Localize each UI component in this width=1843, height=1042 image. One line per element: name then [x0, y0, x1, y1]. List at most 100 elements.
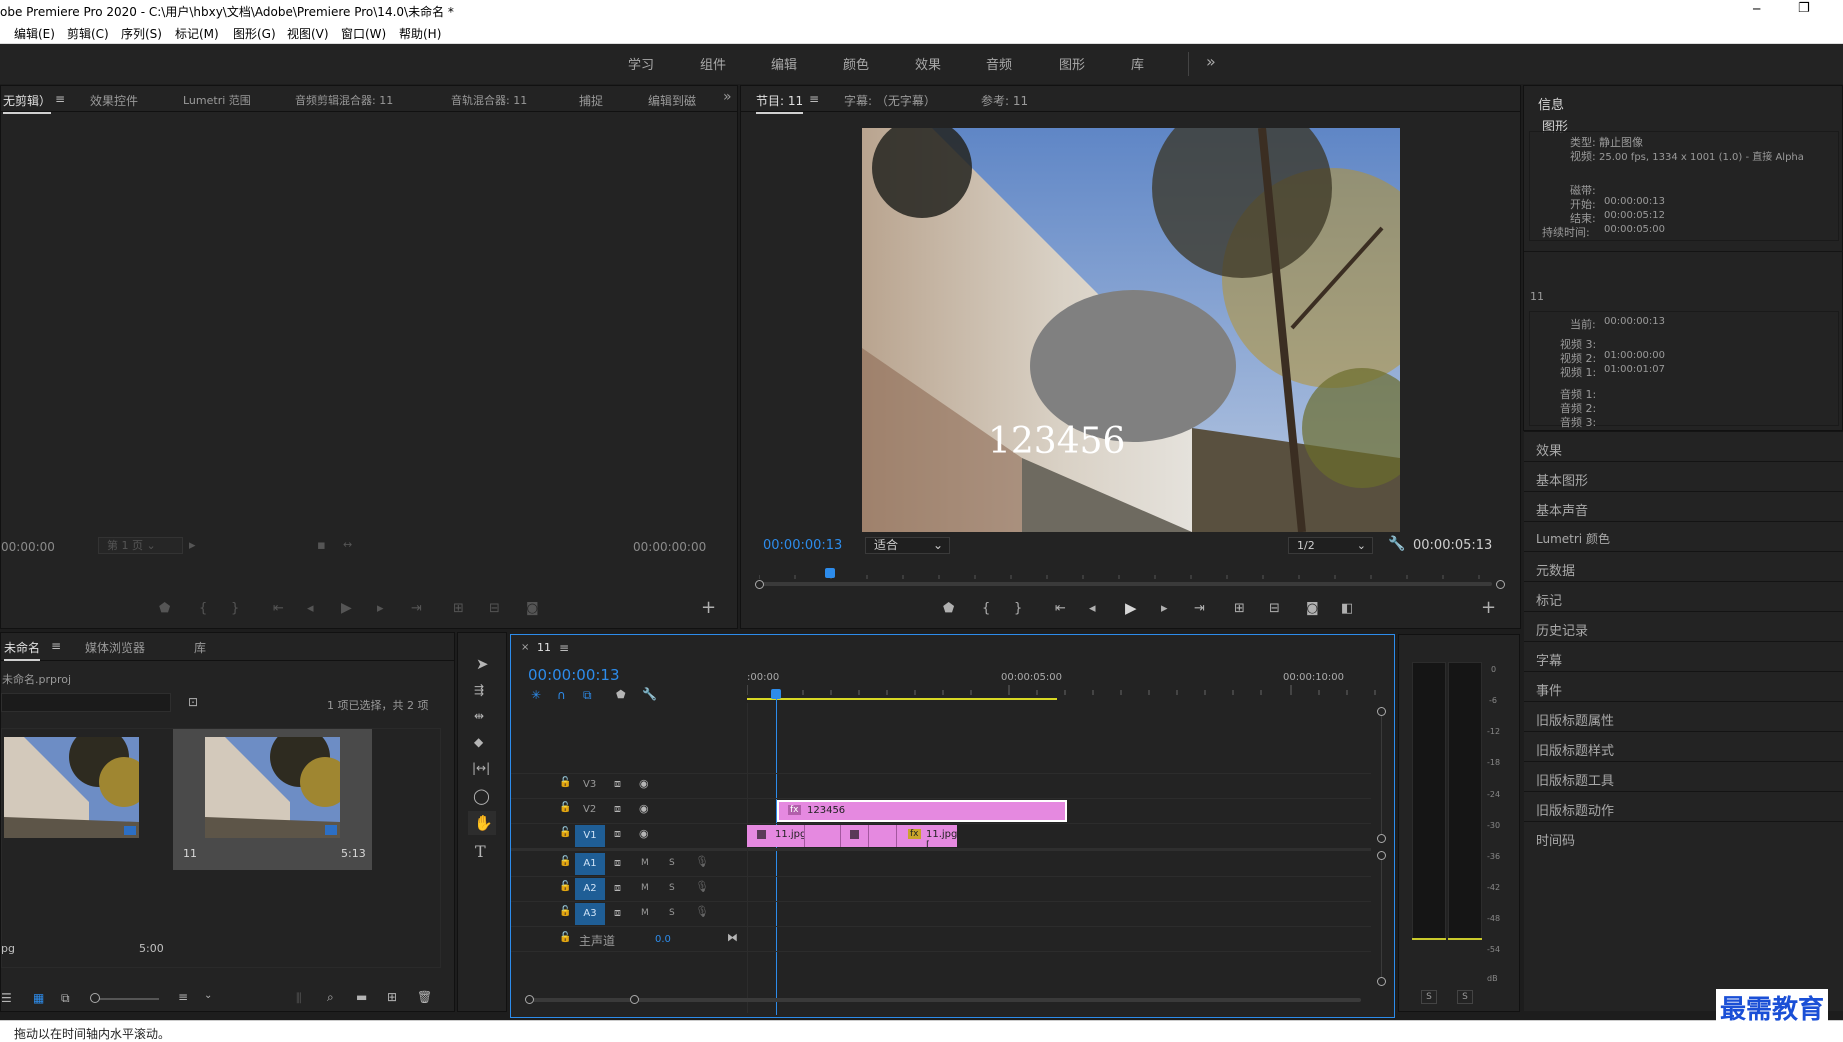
insert-icon[interactable]: ⊞	[453, 601, 464, 616]
sync-lock-icon[interactable]: ⧈	[614, 906, 621, 920]
wrench-icon[interactable]: 🔧	[642, 687, 657, 701]
linked-selection-icon[interactable]: ⧉	[583, 688, 592, 703]
project-item[interactable]: pg 5:00	[1, 729, 169, 955]
panel-menu-icon[interactable]: ≡	[51, 639, 61, 653]
new-bin-icon[interactable]: ▬	[356, 990, 367, 1004]
panel-markers[interactable]: 标记	[1524, 581, 1843, 611]
step-forward-icon[interactable]: ▸	[1161, 601, 1168, 616]
menu-edit[interactable]: 编辑(E)	[14, 25, 55, 42]
tab-program[interactable]: 节目: 11	[756, 92, 804, 114]
workspace-color[interactable]: 颜色	[843, 54, 869, 73]
add-button-icon[interactable]: +	[1481, 597, 1496, 618]
step-back-icon[interactable]: ◂	[307, 601, 314, 616]
eye-icon[interactable]: ◉	[639, 827, 649, 840]
comparison-view-icon[interactable]: ◧	[1341, 601, 1353, 616]
step-forward-icon[interactable]: ▸	[377, 601, 384, 616]
play-icon[interactable]: ▶	[341, 600, 352, 616]
scroll-handle-left[interactable]	[525, 995, 534, 1004]
panel-menu-icon[interactable]: ≡	[55, 92, 65, 106]
workspace-effects[interactable]: 效果	[915, 54, 941, 73]
tab-reference[interactable]: 参考: 11	[981, 92, 1028, 109]
trash-icon[interactable]: 🗑	[417, 990, 432, 1004]
close-icon[interactable]: ×	[521, 642, 529, 653]
solo-button[interactable]: S	[669, 908, 675, 918]
export-frame-icon[interactable]: ◙	[1306, 601, 1319, 616]
track-label-v3[interactable]: V3	[583, 779, 596, 790]
mute-button[interactable]: M	[641, 908, 649, 918]
lock-icon[interactable]: 🔓	[559, 881, 571, 892]
tab-media-browser[interactable]: 媒体浏览器	[85, 639, 145, 656]
tab-project[interactable]: 未命名	[4, 639, 41, 661]
video-track-scrollbar[interactable]	[1381, 716, 1382, 834]
search-icon[interactable]: ⌕	[327, 990, 334, 1005]
panel-menu-icon[interactable]: ≡	[559, 641, 569, 655]
go-to-out-icon[interactable]: ⇥	[1194, 601, 1205, 616]
fit-select[interactable]: 适合 ⌄	[865, 537, 950, 554]
microphone-icon[interactable]: 🎙	[695, 880, 709, 893]
track-target-a1[interactable]: A1	[575, 853, 605, 875]
add-marker-icon[interactable]: ⬟	[943, 601, 954, 616]
mark-in-icon[interactable]: {	[199, 601, 207, 616]
solo-right-button[interactable]: S	[1457, 990, 1473, 1004]
master-volume-value[interactable]: 0.0	[655, 934, 671, 945]
track-target-a2[interactable]: A2	[575, 878, 605, 900]
selection-tool-icon[interactable]: ➤	[476, 655, 489, 673]
freeform-view-icon[interactable]: ⧉	[61, 991, 70, 1006]
panel-events[interactable]: 事件	[1524, 671, 1843, 701]
zoom-handle-left[interactable]	[755, 580, 764, 589]
playhead-marker[interactable]	[825, 568, 835, 578]
panel-menu-icon[interactable]: ≡	[809, 92, 819, 106]
program-mini-ruler[interactable]	[759, 567, 1492, 579]
zoom-scrollbar[interactable]	[759, 582, 1492, 586]
tab-source[interactable]: 无剪辑）	[3, 92, 52, 114]
minimize-button[interactable]: ─	[1753, 2, 1760, 16]
step-back-icon[interactable]: ◂	[1089, 601, 1096, 616]
tab-capture[interactable]: 捕捉	[579, 92, 603, 109]
restore-button[interactable]: ❐	[1798, 1, 1810, 16]
microphone-icon[interactable]: 🎙	[695, 855, 709, 868]
scroll-handle[interactable]	[1377, 977, 1386, 986]
overwrite-icon[interactable]: ⊟	[489, 601, 500, 616]
panel-legacy-title-properties[interactable]: 旧版标题属性	[1524, 701, 1843, 731]
ripple-edit-tool-icon[interactable]: ⇹	[474, 709, 484, 723]
eye-icon[interactable]: ◉	[639, 777, 649, 790]
tab-sequence[interactable]: 11	[537, 641, 551, 654]
workspace-editing[interactable]: 编辑	[771, 54, 797, 73]
marker-icon[interactable]: ⬟	[159, 601, 170, 616]
tab-libraries[interactable]: 库	[194, 639, 206, 656]
panel-legacy-title-actions[interactable]: 旧版标题动作	[1524, 791, 1843, 821]
tab-edit-to-tape[interactable]: 编辑到磁	[648, 92, 696, 109]
track-target-v1[interactable]: V1	[575, 825, 605, 847]
list-view-icon[interactable]: ☰	[1, 991, 12, 1005]
mute-button[interactable]: M	[641, 883, 649, 893]
type-tool-icon[interactable]: T	[475, 842, 486, 861]
mark-out-icon[interactable]: }	[1014, 601, 1022, 616]
panel-essential-sound[interactable]: 基本声音	[1524, 491, 1843, 521]
panel-metadata[interactable]: 元数据	[1524, 551, 1843, 581]
tab-audio-track-mixer[interactable]: 音轨混合器: 11	[451, 92, 527, 108]
play-icon[interactable]: ▶	[1125, 599, 1137, 617]
workspace-libraries[interactable]: 库	[1131, 54, 1144, 73]
search-input[interactable]	[1, 693, 171, 712]
lock-icon[interactable]: 🔓	[559, 802, 571, 813]
workspace-audio[interactable]: 音频	[986, 54, 1012, 73]
lock-icon[interactable]: 🔓	[559, 777, 571, 788]
work-area-bar[interactable]	[747, 698, 1057, 700]
scroll-handle[interactable]	[1377, 834, 1386, 843]
timeline-horizontal-scrollbar[interactable]	[531, 998, 1361, 1002]
go-to-out-icon[interactable]: ⇥	[411, 601, 422, 616]
track-select-tool-icon[interactable]: ⇶	[474, 683, 484, 697]
new-search-bin-icon[interactable]: ⊡	[188, 695, 198, 709]
timeline-ruler[interactable]: :00:00 00:00:05:00 00:00:10:00	[747, 665, 1379, 703]
eye-icon[interactable]: ◉	[639, 802, 649, 815]
add-marker-icon[interactable]: ⬟	[616, 688, 626, 701]
settings-square-icon[interactable]: ▪	[317, 538, 326, 553]
workspace-more-button[interactable]: »	[1206, 52, 1216, 71]
tab-lumetri-scopes[interactable]: Lumetri 范围	[183, 92, 251, 108]
sync-lock-icon[interactable]: ⧈	[614, 827, 621, 841]
program-timecode[interactable]: 00:00:00:13	[763, 538, 842, 553]
scroll-handle-right[interactable]	[630, 995, 639, 1004]
hand-tool-active[interactable]: ✋	[468, 811, 496, 835]
zoom-slider[interactable]	[91, 998, 159, 1000]
menu-view[interactable]: 视图(V)	[287, 25, 329, 42]
